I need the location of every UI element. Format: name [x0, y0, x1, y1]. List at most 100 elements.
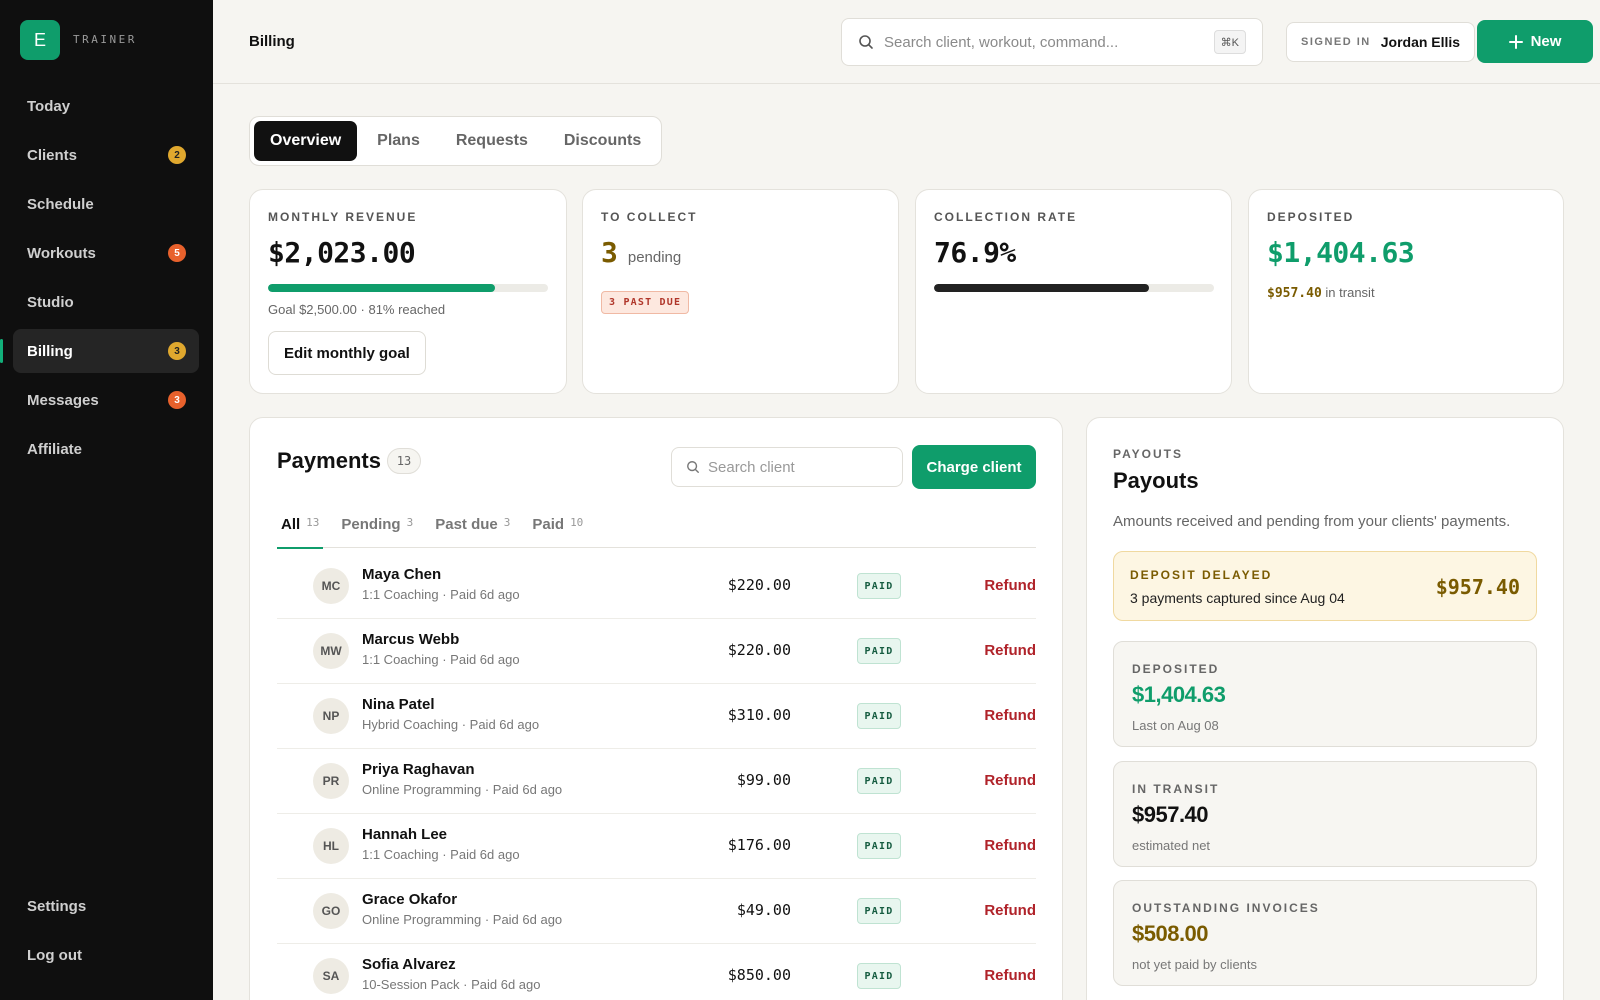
- stat-label: DEPOSITED: [1267, 210, 1355, 224]
- sidebar-bottom-nav: Settings Log out: [13, 884, 199, 982]
- brand-name: TRAINER: [73, 33, 137, 46]
- stat-value: $2,023.00: [268, 236, 416, 269]
- filter-count: 3: [406, 516, 414, 529]
- table-row[interactable]: MW Marcus Webb 1:1 Coaching · Paid 6d ag…: [277, 619, 1036, 684]
- app-logo[interactable]: E: [20, 20, 60, 60]
- client-name: Priya Raghavan: [362, 761, 475, 778]
- sidebar-item-messages[interactable]: Messages 3: [13, 378, 199, 422]
- table-row[interactable]: GO Grace Okafor Online Programming · Pai…: [277, 879, 1036, 944]
- stat-unit: pending: [627, 249, 682, 266]
- billing-tabs: Overview Plans Requests Discounts: [249, 116, 663, 166]
- sidebar-item-workouts[interactable]: Workouts 5: [13, 231, 199, 275]
- payments-list: MC Maya Chen 1:1 Coaching · Paid 6d ago …: [277, 554, 1036, 1000]
- sidebar-item-studio[interactable]: Studio: [13, 280, 199, 324]
- new-button[interactable]: New: [1477, 20, 1593, 63]
- status-badge: PAID: [857, 833, 901, 859]
- client-search[interactable]: [671, 447, 903, 487]
- search-icon: [687, 461, 699, 473]
- transit-amount: $957.40: [1267, 286, 1322, 301]
- client-name: Nina Patel: [362, 696, 435, 713]
- table-row[interactable]: NP Nina Patel Hybrid Coaching · Paid 6d …: [277, 684, 1036, 749]
- deposit-delayed-alert: DEPOSIT DELAYED 3 payments captured sinc…: [1113, 551, 1537, 621]
- sidebar-item-label: Log out: [27, 946, 82, 964]
- summary-value: $1,404.63: [1132, 682, 1226, 707]
- alert-text: 3 payments captured since Aug 04: [1130, 590, 1345, 606]
- refund-button[interactable]: Refund: [984, 837, 1036, 854]
- status-badge: PAID: [857, 573, 901, 599]
- revenue-progress-bar: [268, 284, 548, 292]
- charge-client-button[interactable]: Charge client: [912, 445, 1036, 489]
- tab-overview[interactable]: Overview: [254, 121, 358, 161]
- summary-label: IN TRANSIT: [1132, 782, 1220, 796]
- table-row[interactable]: SA Sofia Alvarez 10-Session Pack · Paid …: [277, 944, 1036, 1000]
- refund-button[interactable]: Refund: [984, 642, 1036, 659]
- collection-rate-card: COLLECTION RATE 76.9%: [915, 189, 1232, 394]
- sidebar-item-logout[interactable]: Log out: [13, 933, 199, 977]
- new-button-label: New: [1530, 33, 1562, 50]
- summary-sub: not yet paid by clients: [1132, 957, 1258, 972]
- table-row[interactable]: HL Hannah Lee 1:1 Coaching · Paid 6d ago…: [277, 814, 1036, 879]
- sidebar: E TRAINER Today Clients 2 Schedule Workou…: [0, 0, 213, 1000]
- avatar: MW: [313, 633, 349, 669]
- alert-amount: $957.40: [1435, 575, 1520, 599]
- filter-paid[interactable]: Paid 10: [528, 516, 587, 548]
- sidebar-item-label: Billing: [27, 342, 73, 360]
- tab-plans[interactable]: Plans: [361, 121, 436, 161]
- deposited-summary: DEPOSITED $1,404.63 Last on Aug 08: [1113, 641, 1537, 747]
- past-due-badge: 3 PAST DUE: [601, 291, 690, 314]
- signed-in-chip[interactable]: SIGNED IN Jordan Ellis: [1286, 22, 1476, 62]
- refund-button[interactable]: Refund: [984, 902, 1036, 919]
- sidebar-item-settings[interactable]: Settings: [13, 884, 199, 928]
- filter-all[interactable]: All 13: [277, 516, 324, 549]
- monthly-revenue-card: MONTHLY REVENUE $2,023.00 Goal $2,500.00…: [249, 189, 567, 394]
- status-badge: PAID: [857, 703, 901, 729]
- sidebar-item-label: Workouts: [27, 244, 96, 262]
- payment-amount: $49.00: [736, 901, 791, 919]
- global-search[interactable]: ⌘K: [841, 18, 1263, 66]
- signed-in-label: SIGNED IN: [1301, 36, 1371, 48]
- client-search-input[interactable]: [708, 458, 888, 476]
- table-row[interactable]: PR Priya Raghavan Online Programming · P…: [277, 749, 1036, 814]
- sidebar-item-affiliate[interactable]: Affiliate: [13, 427, 199, 471]
- filter-pending[interactable]: Pending 3: [337, 516, 417, 548]
- refund-button[interactable]: Refund: [984, 577, 1036, 594]
- search-input[interactable]: [884, 33, 1204, 51]
- payment-amount: $99.00: [736, 771, 791, 789]
- goal-text: Goal $2,500.00 · 81% reached: [268, 302, 446, 317]
- count-badge: 3: [168, 391, 186, 409]
- tab-requests[interactable]: Requests: [440, 121, 544, 161]
- edit-goal-button[interactable]: Edit monthly goal: [268, 331, 426, 375]
- avatar: HL: [313, 828, 349, 864]
- client-name: Grace Okafor: [362, 891, 458, 908]
- collection-progress-fill: [934, 284, 1150, 292]
- filter-past-due[interactable]: Past due 3: [431, 516, 514, 548]
- refund-button[interactable]: Refund: [984, 707, 1036, 724]
- refund-button[interactable]: Refund: [984, 772, 1036, 789]
- client-name: Sofia Alvarez: [362, 956, 456, 973]
- sidebar-item-billing[interactable]: Billing 3: [0, 329, 199, 373]
- summary-label: DEPOSITED: [1132, 662, 1220, 676]
- table-row[interactable]: MC Maya Chen 1:1 Coaching · Paid 6d ago …: [277, 554, 1036, 619]
- payment-details: 1:1 Coaching · Paid 6d ago: [362, 847, 520, 862]
- topbar: Billing ⌘K SIGNED IN Jordan Ellis New: [213, 0, 1600, 84]
- refund-button[interactable]: Refund: [984, 967, 1036, 984]
- tab-discounts[interactable]: Discounts: [548, 121, 657, 161]
- summary-sub: estimated net: [1132, 838, 1211, 853]
- avatar: PR: [313, 763, 349, 799]
- payment-amount: $220.00: [727, 641, 791, 659]
- payment-amount: $176.00: [727, 836, 791, 854]
- payment-details: 1:1 Coaching · Paid 6d ago: [362, 652, 520, 667]
- sidebar-item-today[interactable]: Today: [13, 84, 199, 128]
- sidebar-item-clients[interactable]: Clients 2: [13, 133, 199, 177]
- payment-details: Online Programming · Paid 6d ago: [362, 912, 563, 927]
- payments-title: Payments: [277, 448, 381, 473]
- pending-count: 3 pending: [601, 236, 681, 269]
- to-collect-card: TO COLLECT 3 pending 3 PAST DUE: [582, 189, 899, 394]
- stat-value: 76.9%: [934, 236, 1016, 269]
- summary-value: $508.00: [1132, 921, 1209, 946]
- logo-letter: E: [33, 29, 46, 50]
- sidebar-item-label: Today: [27, 97, 71, 115]
- deposited-card: DEPOSITED $1,404.63 $957.40 in transit: [1248, 189, 1564, 394]
- sidebar-item-schedule[interactable]: Schedule: [13, 182, 199, 226]
- summary-sub: Last on Aug 08: [1132, 718, 1219, 733]
